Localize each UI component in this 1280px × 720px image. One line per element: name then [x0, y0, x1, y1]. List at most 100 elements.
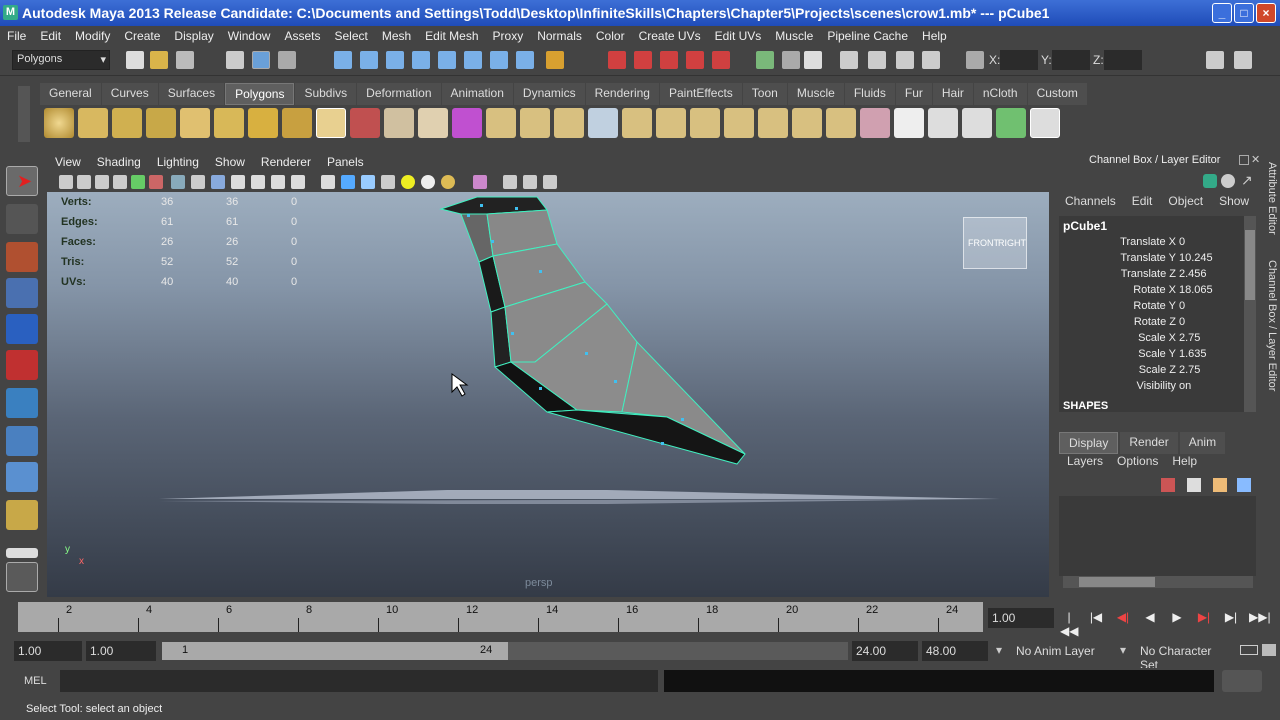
menu-create[interactable]: Create — [117, 29, 167, 43]
shelf-tab-general[interactable]: General — [40, 83, 101, 105]
end-time-field[interactable]: 48.00 — [922, 641, 988, 661]
smooth-icon[interactable] — [452, 108, 482, 138]
layer-list-hscrollbar[interactable] — [1063, 576, 1253, 588]
shelf-tab-muscle[interactable]: Muscle — [787, 83, 844, 105]
step-forward-frame-button[interactable]: ▶| — [1222, 610, 1240, 626]
go-to-start-button[interactable]: |◀◀ — [1060, 610, 1078, 638]
poly-plane-icon[interactable] — [180, 108, 210, 138]
split-polygon-icon[interactable] — [588, 108, 618, 138]
show-manipulator-icon[interactable] — [6, 462, 38, 492]
menu-pipeline-cache[interactable]: Pipeline Cache — [820, 29, 915, 43]
playback-start-field[interactable]: 1.00 — [86, 641, 156, 661]
attribute-name[interactable]: Translate Y — [1059, 252, 1179, 264]
attribute-row[interactable]: Scale Y 1.635 — [1059, 346, 1244, 362]
attribute-name[interactable]: Rotate Y — [1059, 300, 1179, 312]
y-field[interactable] — [1052, 50, 1090, 70]
select-hierarchy-icon[interactable] — [226, 51, 244, 69]
attribute-name[interactable]: Scale Z — [1059, 364, 1179, 376]
auto-key-icon[interactable] — [1240, 645, 1258, 655]
play-backwards-button[interactable]: ◀ — [1141, 610, 1159, 626]
layer-menu-options[interactable]: Options — [1117, 454, 1158, 468]
universal-manipulator-icon[interactable] — [6, 388, 38, 418]
menu-edit-uvs[interactable]: Edit UVs — [708, 29, 769, 43]
float-panel-icon[interactable] — [1239, 155, 1249, 165]
time-slider[interactable]: 2 4 6 8 10 12 14 16 18 20 22 24 1.00 |◀◀… — [0, 600, 1280, 638]
play-forwards-button[interactable]: ▶ — [1168, 610, 1186, 626]
boolean-icon[interactable] — [418, 108, 448, 138]
cylindrical-mapping-icon[interactable] — [860, 108, 890, 138]
attribute-editor-icon[interactable] — [896, 51, 914, 69]
rename-icon[interactable] — [782, 51, 800, 69]
menu-window[interactable]: Window — [221, 29, 278, 43]
attribute-list-scrollbar[interactable] — [1244, 216, 1256, 412]
cb-menu-edit[interactable]: Edit — [1132, 194, 1153, 208]
menu-color[interactable]: Color — [589, 29, 632, 43]
anim-layer-dropdown[interactable]: No Anim Layer — [1012, 641, 1116, 661]
object-name[interactable]: pCube1 — [1059, 216, 1244, 234]
attribute-row[interactable]: Visibility on — [1059, 378, 1244, 394]
open-scene-icon[interactable] — [150, 51, 168, 69]
channel-box-icon[interactable] — [922, 51, 940, 69]
paint-select-tool-icon[interactable] — [6, 242, 38, 272]
bevel-icon[interactable] — [724, 108, 754, 138]
menu-mesh[interactable]: Mesh — [375, 29, 418, 43]
attribute-name[interactable]: Scale Y — [1059, 348, 1179, 360]
snap-point-icon[interactable] — [386, 51, 404, 69]
shelf-options-icon[interactable] — [18, 86, 30, 142]
attribute-name[interactable]: Rotate Z — [1059, 316, 1179, 328]
poly-cube-icon[interactable] — [78, 108, 108, 138]
scrollbar-thumb[interactable] — [1245, 230, 1255, 300]
save-scene-icon[interactable] — [176, 51, 194, 69]
new-layer-icon[interactable] — [1187, 478, 1201, 492]
cb-menu-show[interactable]: Show — [1219, 194, 1249, 208]
shelf-tab-custom[interactable]: Custom — [1027, 83, 1087, 105]
shelf-tab-surfaces[interactable]: Surfaces — [158, 83, 225, 105]
new-scene-icon[interactable] — [126, 51, 144, 69]
attribute-row[interactable]: Rotate Z0 — [1059, 314, 1244, 330]
attribute-value[interactable]: 2.456 — [1179, 268, 1207, 280]
uv-editor-icon[interactable] — [928, 108, 958, 138]
x-field[interactable] — [1000, 50, 1038, 70]
attribute-row[interactable]: Translate Y 10.245 — [1059, 250, 1244, 266]
menu-assets[interactable]: Assets — [277, 29, 327, 43]
shelf-tab-fluids[interactable]: Fluids — [844, 83, 895, 105]
poly-cylinder-icon[interactable] — [112, 108, 142, 138]
shelf-tab-fur[interactable]: Fur — [895, 83, 932, 105]
shelf-tab-polygons[interactable]: Polygons — [225, 83, 295, 105]
scrollbar-thumb[interactable] — [1079, 577, 1155, 587]
manipulator-icon[interactable] — [1203, 174, 1217, 188]
menu-proxy[interactable]: Proxy — [486, 29, 531, 43]
menu-display[interactable]: Display — [167, 29, 220, 43]
script-editor-icon[interactable] — [1222, 670, 1262, 692]
lasso-tool-icon[interactable] — [6, 204, 38, 234]
uv-checker-icon[interactable] — [894, 108, 924, 138]
layer-remove-icon[interactable] — [1237, 478, 1251, 492]
hyperbolic-icon[interactable]: ↗ — [1241, 172, 1253, 189]
snap-mesh-icon[interactable] — [490, 51, 508, 69]
layer-add-icon[interactable] — [1213, 478, 1227, 492]
snap-plane-icon[interactable] — [412, 51, 430, 69]
menu-normals[interactable]: Normals — [530, 29, 589, 43]
anim-layer-chevron-icon[interactable]: ▾ — [996, 643, 1002, 657]
go-to-end-button[interactable]: ▶▶| — [1249, 610, 1271, 626]
cb-menu-channels[interactable]: Channels — [1065, 194, 1116, 208]
character-set-chevron-icon[interactable]: ▾ — [1120, 643, 1126, 657]
menu-select[interactable]: Select — [327, 29, 374, 43]
shelf-tab-subdivs[interactable]: Subdivs — [295, 83, 357, 105]
range-slider[interactable]: 1 24 — [162, 642, 848, 660]
menu-modify[interactable]: Modify — [68, 29, 117, 43]
current-frame-field[interactable]: 1.00 — [988, 608, 1054, 628]
transform-mode-icon[interactable] — [966, 51, 984, 69]
render-settings-icon[interactable] — [686, 51, 704, 69]
help-question-icon[interactable] — [516, 51, 534, 69]
shelf-tab-ncloth[interactable]: nCloth — [973, 83, 1027, 105]
snap-surface-icon[interactable] — [438, 51, 456, 69]
attribute-value[interactable]: 2.75 — [1179, 332, 1200, 344]
cb-menu-object[interactable]: Object — [1168, 194, 1203, 208]
snap-grid-icon[interactable] — [334, 51, 352, 69]
menu-set-dropdown[interactable]: Polygons ▾ — [12, 50, 110, 70]
command-language-label[interactable]: MEL — [24, 675, 47, 687]
side-tab-channel-box[interactable]: Channel Box / Layer Editor — [1266, 260, 1278, 391]
step-back-frame-button[interactable]: |◀ — [1087, 610, 1105, 626]
layer-tab-anim[interactable]: Anim — [1179, 432, 1226, 454]
